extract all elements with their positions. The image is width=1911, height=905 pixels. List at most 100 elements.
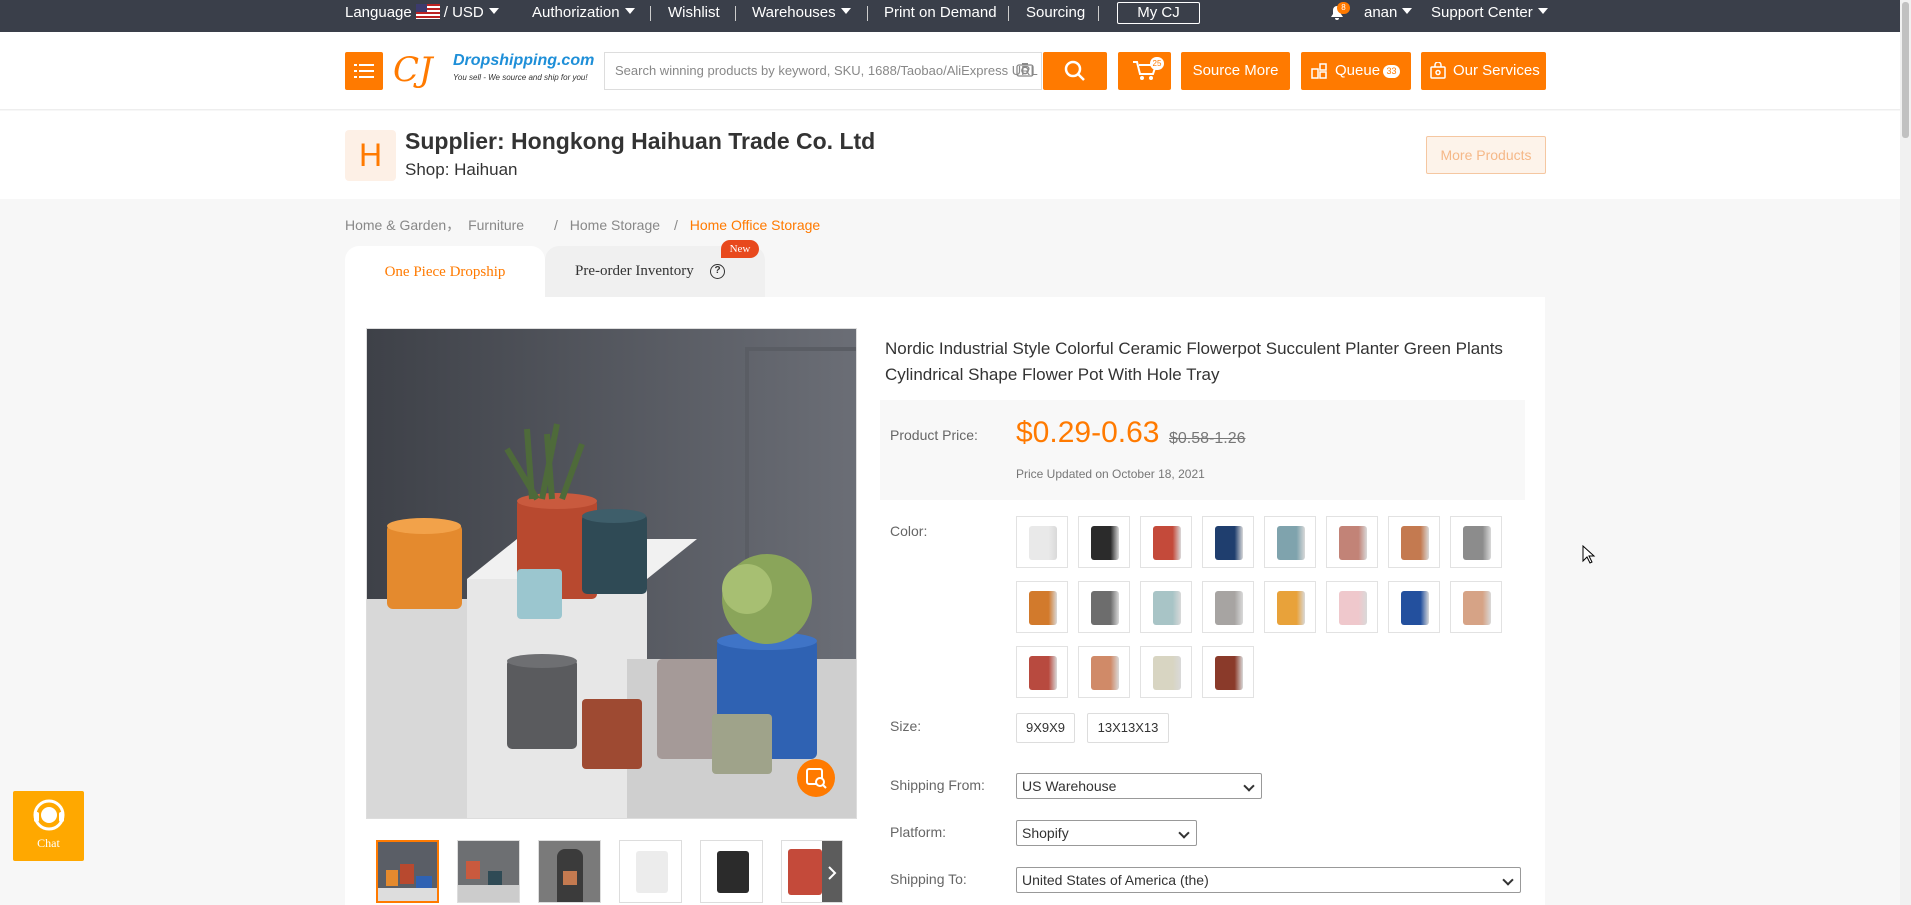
- pot-swatch-image: [1401, 591, 1429, 625]
- search-button[interactable]: [1043, 52, 1107, 90]
- color-swatch[interactable]: [1016, 646, 1068, 698]
- color-swatch[interactable]: [1264, 581, 1316, 633]
- search-input[interactable]: Search winning products by keyword, SKU,…: [604, 52, 1042, 90]
- image-search-icon: [806, 768, 827, 789]
- pot-swatch-image: [1215, 591, 1243, 625]
- color-swatch[interactable]: [1140, 646, 1192, 698]
- pot-swatch-image: [1029, 526, 1057, 560]
- pot-swatch-image: [1339, 591, 1367, 625]
- thumbnail-2[interactable]: [457, 840, 520, 903]
- supplier-name[interactable]: Supplier: Hongkong Haihuan Trade Co. Ltd: [405, 128, 875, 155]
- pot-swatch-image: [1091, 656, 1119, 690]
- size-option-9x9x9[interactable]: 9X9X9: [1016, 713, 1075, 743]
- breadcrumb-furniture[interactable]: Furniture: [468, 217, 524, 233]
- thumbnail-1[interactable]: [376, 840, 439, 903]
- shipping-from-label: Shipping From:: [890, 777, 985, 793]
- color-swatch[interactable]: [1388, 516, 1440, 568]
- headset-icon: [33, 799, 64, 831]
- color-label: Color:: [890, 523, 928, 539]
- color-swatch[interactable]: [1016, 581, 1068, 633]
- language-selector[interactable]: Language / USD: [345, 0, 499, 32]
- color-swatch[interactable]: [1078, 516, 1130, 568]
- shipping-from-select[interactable]: US Warehouse: [1016, 773, 1262, 799]
- search-placeholder: Search winning products by keyword, SKU,…: [615, 63, 1038, 78]
- scrollbar-track[interactable]: [1900, 0, 1911, 905]
- product-price: $0.29-0.63: [1016, 416, 1160, 449]
- image-search-button[interactable]: [797, 759, 835, 797]
- camera-search-icon[interactable]: [1016, 61, 1034, 77]
- currency-label: / USD: [443, 4, 484, 21]
- mouse-cursor-icon: [1582, 545, 1596, 564]
- wishlist-link[interactable]: Wishlist: [668, 0, 720, 32]
- pot-swatch-image: [1215, 526, 1243, 560]
- pot-swatch-image: [1277, 526, 1305, 560]
- color-swatch[interactable]: [1078, 646, 1130, 698]
- us-flag-icon: [415, 3, 440, 19]
- category-menu-button[interactable]: [345, 52, 383, 90]
- chat-button[interactable]: Chat: [13, 791, 84, 861]
- thumbnail-6[interactable]: [781, 840, 843, 903]
- color-swatch[interactable]: [1450, 581, 1502, 633]
- old-price: $0.58-1.26: [1169, 430, 1246, 447]
- support-center-menu[interactable]: Support Center: [1431, 0, 1548, 32]
- product-main-image[interactable]: [366, 328, 857, 819]
- pot-swatch-image: [1277, 591, 1305, 625]
- notification-bell[interactable]: 8: [1330, 0, 1350, 32]
- pot-swatch-image: [1401, 526, 1429, 560]
- scrollbar-thumb[interactable]: [1902, 2, 1909, 138]
- pot-swatch-image: [1091, 526, 1119, 560]
- services-bag-icon: [1430, 62, 1446, 79]
- color-swatch[interactable]: [1202, 646, 1254, 698]
- search-icon: [1064, 60, 1085, 81]
- divider: [867, 6, 868, 21]
- pot-swatch-image: [1153, 656, 1181, 690]
- color-swatch[interactable]: [1450, 516, 1502, 568]
- breadcrumb-home-office-storage[interactable]: Home Office Storage: [690, 217, 820, 233]
- shipping-to-label: Shipping To:: [890, 871, 967, 887]
- user-menu[interactable]: anan: [1364, 0, 1413, 32]
- tab-preorder-label: Pre-order Inventory: [575, 263, 694, 279]
- price-updated-date: Price Updated on October 18, 2021: [1016, 467, 1205, 481]
- breadcrumb-home-garden[interactable]: Home & Garden，: [345, 217, 460, 233]
- color-swatch[interactable]: [1388, 581, 1440, 633]
- more-products-button[interactable]: More Products: [1426, 136, 1546, 174]
- breadcrumb-home-storage[interactable]: Home Storage: [570, 217, 660, 233]
- color-swatch[interactable]: [1016, 516, 1068, 568]
- thumbnail-5[interactable]: [700, 840, 763, 903]
- shop-name[interactable]: Shop: Haihuan: [405, 160, 517, 180]
- color-swatch[interactable]: [1202, 581, 1254, 633]
- our-services-button[interactable]: Our Services: [1421, 52, 1546, 90]
- color-swatch[interactable]: [1326, 581, 1378, 633]
- platform-select[interactable]: Shopify: [1016, 820, 1197, 846]
- supplier-avatar: H: [345, 130, 396, 181]
- breadcrumb-separator: /: [553, 217, 558, 233]
- authorization-menu[interactable]: Authorization: [532, 0, 635, 32]
- chevron-right-icon[interactable]: [827, 865, 837, 881]
- new-badge: New: [721, 240, 759, 258]
- print-on-demand-link[interactable]: Print on Demand: [884, 0, 997, 32]
- breadcrumb: Home & Garden， Furniture / Home Storage …: [345, 215, 820, 235]
- color-swatch[interactable]: [1140, 581, 1192, 633]
- warehouses-menu[interactable]: Warehouses: [752, 0, 851, 32]
- source-more-button[interactable]: Source More: [1181, 52, 1290, 90]
- cj-logo[interactable]: CJ Dropshipping.com You sell - We source…: [393, 50, 598, 90]
- color-swatch[interactable]: [1326, 516, 1378, 568]
- tab-one-piece-dropship[interactable]: One Piece Dropship: [345, 246, 545, 298]
- my-cj-button[interactable]: My CJ: [1117, 2, 1200, 24]
- color-swatch[interactable]: [1202, 516, 1254, 568]
- shipping-to-select[interactable]: United States of America (the): [1016, 867, 1521, 893]
- thumbnail-4[interactable]: [619, 840, 682, 903]
- color-swatch[interactable]: [1078, 581, 1130, 633]
- language-label: Language: [345, 4, 412, 21]
- cart-button[interactable]: 25: [1118, 52, 1171, 90]
- color-swatch[interactable]: [1264, 516, 1316, 568]
- thumbnail-3[interactable]: [538, 840, 601, 903]
- our-services-label: Our Services: [1453, 62, 1540, 79]
- color-swatch[interactable]: [1140, 516, 1192, 568]
- pot-swatch-image: [1153, 591, 1181, 625]
- sourcing-link[interactable]: Sourcing: [1026, 0, 1085, 32]
- size-option-13x13x13[interactable]: 13X13X13: [1087, 713, 1169, 743]
- support-center-label: Support Center: [1431, 4, 1533, 21]
- queue-button[interactable]: Queue 33: [1301, 52, 1411, 90]
- help-icon[interactable]: ?: [710, 264, 725, 279]
